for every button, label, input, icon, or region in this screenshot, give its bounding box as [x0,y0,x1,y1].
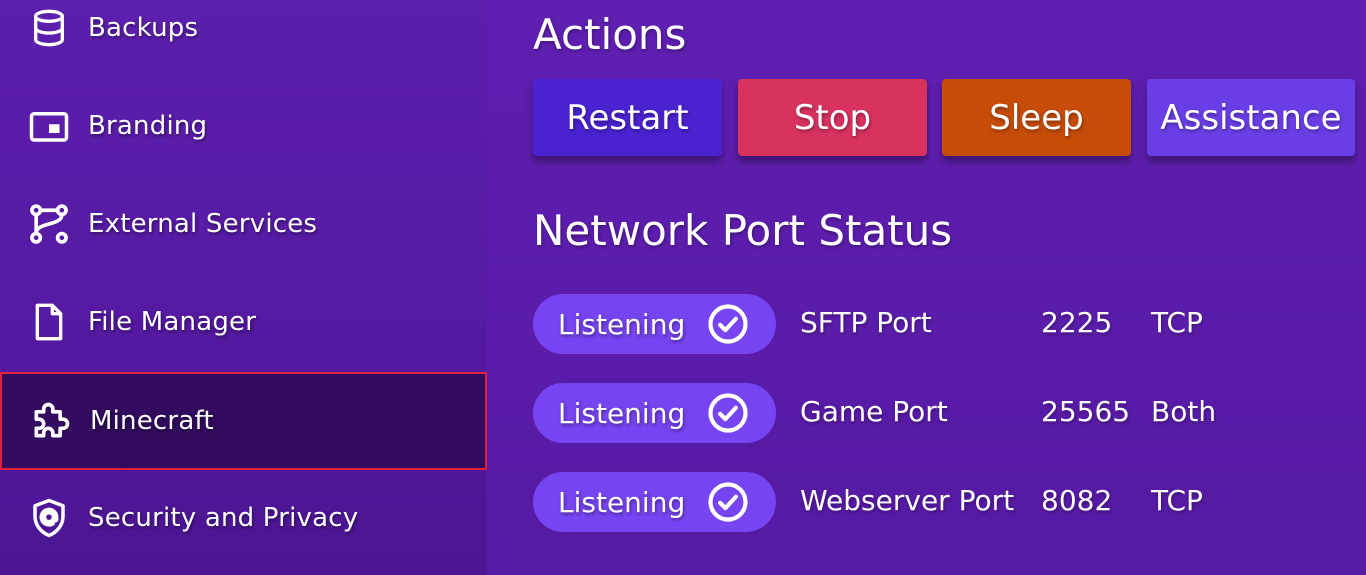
sidebar-item-label: Backups [88,13,199,43]
sidebar-item-security-privacy[interactable]: Security and Privacy [0,469,487,567]
window-icon [26,103,72,149]
port-row-sftp: Listening SFTP Port 2225 TCP [533,294,1293,354]
check-circle-icon [708,393,748,433]
sidebar-item-label: Branding [88,111,208,141]
sidebar-item-file-manager[interactable]: File Manager [0,273,487,371]
status-badge: Listening [533,294,776,354]
status-badge: Listening [533,383,776,443]
port-number: 25565 [1041,395,1131,428]
puzzle-icon [28,398,74,444]
status-label: Listening [558,485,686,519]
port-name: Webserver Port [800,484,1015,517]
status-label: Listening [558,307,686,341]
git-branch-icon [26,201,72,247]
check-circle-icon [708,482,748,522]
sidebar-item-minecraft[interactable]: Minecraft [0,372,487,470]
database-icon [26,5,72,51]
sidebar-item-label: External Services [88,209,318,239]
sidebar-item-external-services[interactable]: External Services [0,175,487,273]
port-number: 2225 [1041,306,1113,339]
sidebar-item-label: Security and Privacy [88,503,359,533]
port-number: 8082 [1041,484,1113,517]
port-protocol: TCP [1151,306,1203,339]
sidebar-item-branding[interactable]: Branding [0,77,487,175]
sidebar-item-label: File Manager [88,307,257,337]
port-row-webserver: Listening Webserver Port 8082 TCP [533,472,1293,532]
port-protocol: Both [1151,395,1217,428]
sidebar-item-backups[interactable]: Backups [0,0,487,77]
main-panel: Actions Restart Stop Sleep Assistance Ne… [487,0,1366,575]
status-label: Listening [558,396,686,430]
sidebar-item-label: Minecraft [90,406,214,436]
port-protocol: TCP [1151,484,1203,517]
actions-title: Actions [533,10,687,59]
port-name: Game Port [800,395,948,428]
sidebar: Backups Branding External Services File … [0,0,487,575]
stop-button[interactable]: Stop [738,79,927,156]
network-port-status-title: Network Port Status [533,206,953,255]
sleep-button[interactable]: Sleep [942,79,1131,156]
file-icon [26,299,72,345]
assistance-button[interactable]: Assistance [1147,79,1355,156]
restart-button[interactable]: Restart [533,79,722,156]
shield-at-icon [26,495,72,541]
port-row-game: Listening Game Port 25565 Both [533,383,1293,443]
check-circle-icon [708,304,748,344]
status-badge: Listening [533,472,776,532]
port-name: SFTP Port [800,306,932,339]
